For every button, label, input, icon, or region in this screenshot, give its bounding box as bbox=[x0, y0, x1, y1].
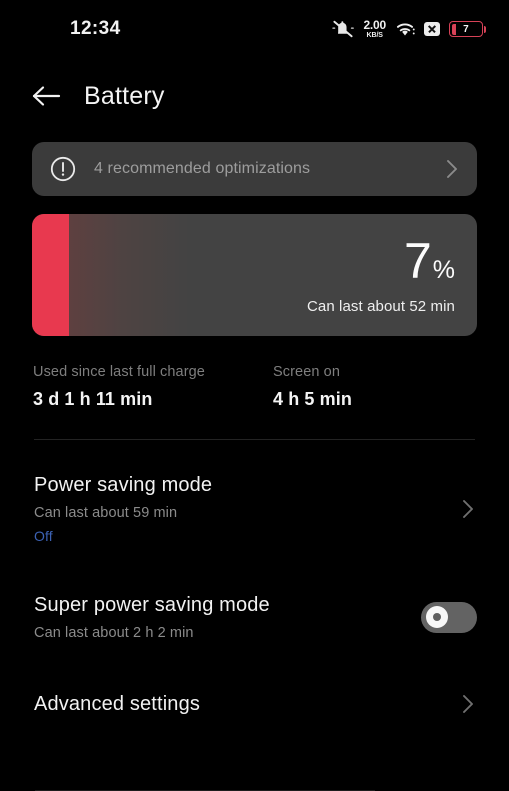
no-sim-x-icon bbox=[424, 22, 440, 36]
setting-row-advanced-settings[interactable]: Advanced settings bbox=[0, 667, 509, 739]
toggle-knob bbox=[426, 606, 448, 628]
battery-low-icon: 7 bbox=[449, 21, 486, 37]
power-saving-mode-title: Power saving mode bbox=[34, 474, 213, 496]
advanced-settings-text-block: Advanced settings bbox=[34, 693, 460, 716]
battery-time-estimate: Can last about 52 min bbox=[306, 297, 455, 315]
stat-value: 4 h 5 min bbox=[273, 389, 352, 409]
battery-percentage-symbol: % bbox=[432, 255, 455, 284]
status-icons-group: 2.00 KB/S 7 bbox=[332, 19, 486, 39]
status-bar: 12:34 2.00 KB/S 7 bbox=[0, 0, 509, 58]
page-title: Battery bbox=[84, 81, 165, 110]
chevron-right-icon bbox=[463, 500, 473, 518]
advanced-settings-title: Advanced settings bbox=[34, 692, 200, 715]
battery-percentage-number: 7 bbox=[403, 232, 432, 289]
wifi-icon bbox=[396, 23, 415, 36]
network-speed-value: 2.00 bbox=[363, 18, 386, 32]
battery-percentage: 7 % bbox=[404, 236, 455, 286]
recommended-optimizations-banner[interactable]: 4 recommended optimizations bbox=[32, 142, 477, 196]
toggle-switch-off-icon[interactable] bbox=[421, 602, 477, 633]
chevron-right-icon bbox=[463, 695, 473, 713]
battery-icon-fill bbox=[451, 23, 456, 35]
exclamation-circle-icon bbox=[50, 156, 76, 182]
status-clock: 12:34 bbox=[70, 18, 121, 39]
back-arrow-icon[interactable] bbox=[32, 84, 62, 108]
stat-used-since-last-full-charge: Used since last full charge 3 d 1 h 11 m… bbox=[33, 364, 273, 410]
power-saving-mode-text-block: Power saving mode Can last about 59 min … bbox=[34, 474, 460, 544]
battery-card-content: 7 % Can last about 52 min bbox=[32, 214, 477, 336]
power-saving-mode-estimate: Can last about 59 min bbox=[34, 505, 178, 521]
network-speed-unit: KB/S bbox=[366, 32, 383, 39]
bell-muted-icon bbox=[332, 20, 355, 38]
page-header: Battery bbox=[0, 58, 509, 120]
setting-row-power-saving-mode[interactable]: Power saving mode Can last about 59 min … bbox=[0, 440, 509, 568]
bottom-corner-artifact bbox=[377, 754, 509, 791]
super-power-saving-mode-text-block: Super power saving mode Can last about 2… bbox=[34, 594, 421, 641]
super-power-saving-mode-title: Super power saving mode bbox=[34, 594, 270, 616]
battery-level-card: 7 % Can last about 52 min bbox=[32, 214, 477, 336]
battery-usage-stats: Used since last full charge 3 d 1 h 11 m… bbox=[33, 364, 509, 410]
chevron-right-icon bbox=[447, 160, 457, 178]
power-saving-mode-state: Off bbox=[34, 528, 53, 544]
battery-icon-level: 7 bbox=[463, 23, 469, 35]
recommended-optimizations-label: 4 recommended optimizations bbox=[94, 160, 311, 177]
stat-value: 3 d 1 h 11 min bbox=[33, 389, 153, 409]
super-power-saving-mode-estimate: Can last about 2 h 2 min bbox=[34, 625, 194, 641]
network-speed-indicator: 2.00 KB/S bbox=[363, 19, 386, 39]
stat-screen-on: Screen on 4 h 5 min bbox=[273, 364, 352, 410]
setting-row-super-power-saving-mode[interactable]: Super power saving mode Can last about 2… bbox=[0, 568, 509, 667]
stat-label: Used since last full charge bbox=[33, 364, 205, 380]
stat-label: Screen on bbox=[273, 364, 340, 380]
